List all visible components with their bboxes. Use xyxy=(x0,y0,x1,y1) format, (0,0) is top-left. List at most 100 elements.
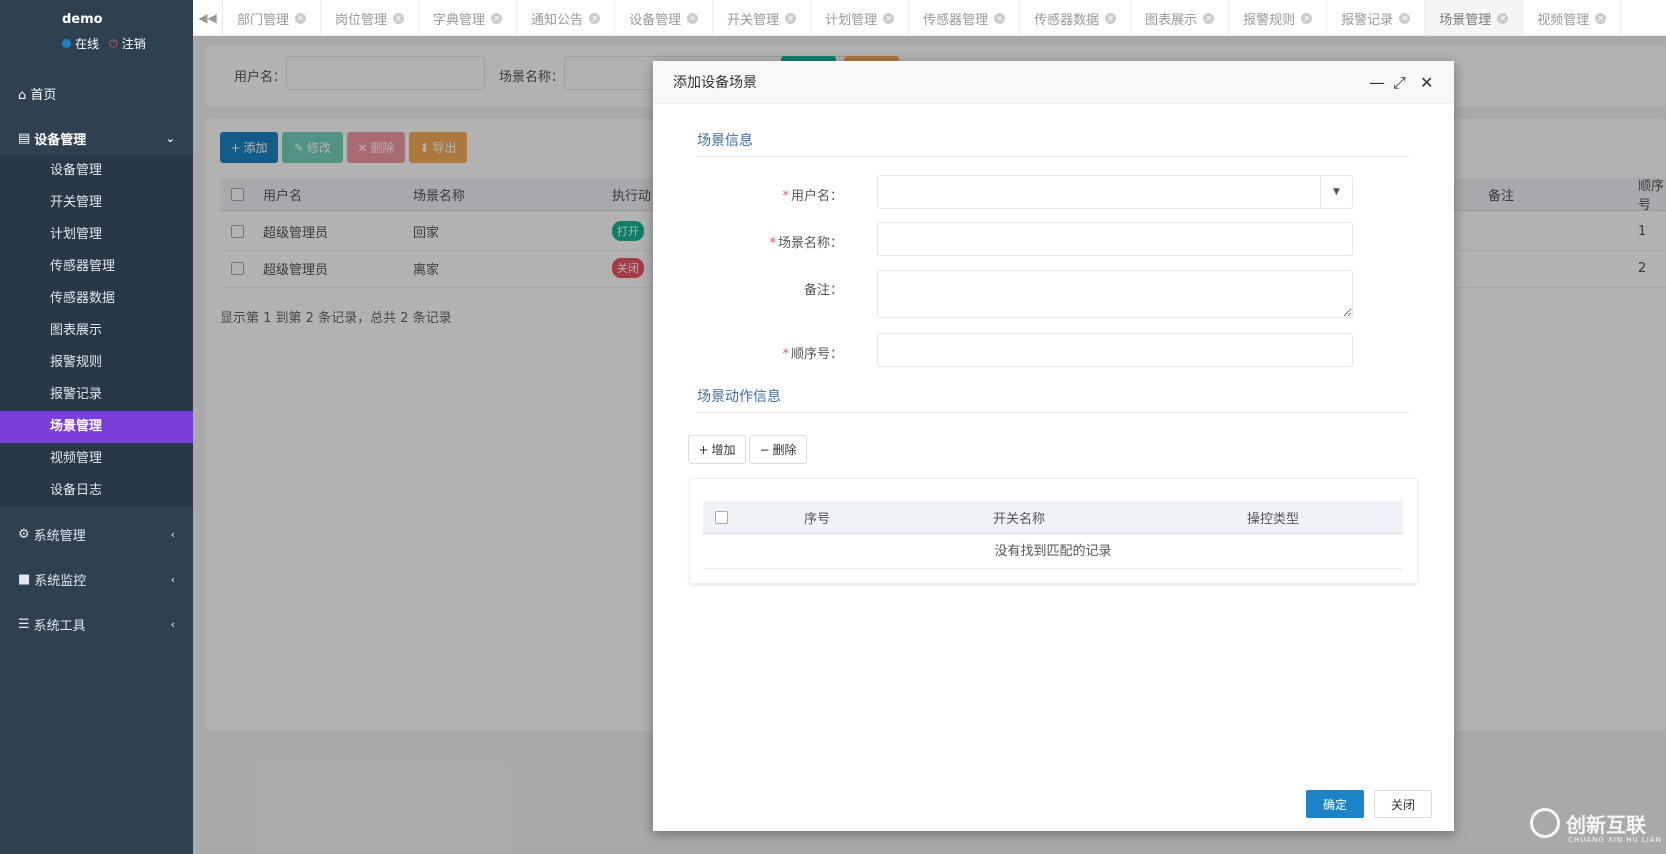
tab-close-icon[interactable]: ✕ xyxy=(393,12,405,24)
label-order-text: 顺序号： xyxy=(790,347,843,362)
tab-label: 视频管理 xyxy=(1537,12,1590,28)
dialog-title: 添加设备场景 xyxy=(673,75,757,91)
nav-home-label: 首页 xyxy=(30,88,57,103)
online-status: 在线 xyxy=(62,35,99,52)
sidebar-item[interactable]: 传感器数据 xyxy=(0,283,193,315)
close-icon[interactable]: ✕ xyxy=(1420,73,1433,92)
watermark-text: 创新互联 xyxy=(1566,812,1646,837)
tab-label: 报警记录 xyxy=(1341,12,1394,28)
scene-name-input[interactable] xyxy=(877,222,1353,256)
tab-close-icon[interactable]: ✕ xyxy=(589,12,601,24)
required-mark: * xyxy=(769,236,776,251)
label-scene-name: * 场景名称： xyxy=(653,232,843,251)
delete-row-button[interactable]: − 删除 xyxy=(749,435,807,464)
tab-label: 计划管理 xyxy=(825,12,878,28)
sidebar-item[interactable]: 计划管理 xyxy=(0,219,193,251)
user-status: 在线 ⏻ 注销 xyxy=(62,35,146,52)
maximize-icon[interactable]: ⤢ xyxy=(1393,73,1406,93)
tab-item[interactable]: 传感器管理 ✕ xyxy=(909,0,1021,35)
section-action-info: 场景动作信息 xyxy=(697,386,1409,413)
gear-icon: ⚙ xyxy=(18,526,30,542)
minus-icon: − xyxy=(759,442,770,457)
tab-close-icon[interactable]: ✕ xyxy=(785,12,797,24)
dialog-header: 添加设备场景 xyxy=(653,61,1454,104)
username: demo xyxy=(62,12,103,27)
tab-scroll-left-button[interactable]: ◀◀ xyxy=(193,0,223,35)
sidebar-item[interactable]: 传感器管理 xyxy=(0,251,193,283)
username-select[interactable]: ▼ xyxy=(877,175,1353,209)
tab-close-icon[interactable]: ✕ xyxy=(1497,12,1509,24)
order-input[interactable] xyxy=(877,333,1353,367)
tab-close-icon[interactable]: ✕ xyxy=(1399,12,1411,24)
tab-label: 场景管理 xyxy=(1439,12,1492,28)
tab-close-icon[interactable]: ✕ xyxy=(295,12,307,24)
action-select-all-checkbox[interactable] xyxy=(715,501,728,533)
tab-item[interactable]: 计划管理 ✕ xyxy=(811,0,910,35)
nav-group-tools-label: 系统工具 xyxy=(33,618,86,634)
confirm-button[interactable]: 确定 xyxy=(1306,790,1364,818)
home-icon: ⌂ xyxy=(18,88,27,103)
bars-icon: ☰ xyxy=(18,616,30,632)
sidebar-item[interactable]: 报警记录 xyxy=(0,379,193,411)
tab-label: 设备管理 xyxy=(629,12,682,28)
tab-item[interactable]: 岗位管理 ✕ xyxy=(321,0,420,35)
minimize-icon[interactable]: — xyxy=(1369,73,1385,92)
tab-item[interactable]: 报警规则 ✕ xyxy=(1229,0,1328,35)
header-switch-name: 开关名称 xyxy=(993,511,1046,527)
chevron-left-icon: ‹ xyxy=(170,617,175,631)
tab-item[interactable]: 字典管理 ✕ xyxy=(419,0,518,35)
sidebar-item[interactable]: 图表展示 xyxy=(0,315,193,347)
nav-group-device[interactable]: ▤ 设备管理 ⌄ xyxy=(0,122,193,154)
add-scene-dialog: 添加设备场景 — ⤢ ✕ 场景信息 * 用户名： ▼ * 场景名称： 备注： * 顺序… xyxy=(653,61,1454,831)
tab-close-icon[interactable]: ✕ xyxy=(1203,12,1215,24)
nav-group-monitor[interactable]: ■ 系统监控 ‹ xyxy=(0,564,193,594)
delete-row-label: 删除 xyxy=(772,443,797,457)
header-seq: 序号 xyxy=(804,511,831,527)
sidebar-item[interactable]: 设备管理 xyxy=(0,155,193,187)
tab-label: 图表展示 xyxy=(1145,12,1198,28)
database-icon: ▤ xyxy=(18,130,31,146)
label-order: * 顺序号： xyxy=(653,343,843,362)
tab-close-icon[interactable]: ✕ xyxy=(1595,12,1607,24)
tab-label: 字典管理 xyxy=(433,12,486,28)
sidebar-item[interactable]: 开关管理 xyxy=(0,187,193,219)
tab-list: 部门管理 ✕ 岗位管理 ✕ 字典管理 ✕ 通知公告 ✕ 设备管理 ✕ 开关管理 ✕ 计划管理 ✕ 传感器管理… xyxy=(223,0,1622,35)
logout-link[interactable]: ⏻ 注销 xyxy=(109,35,146,52)
tab-item[interactable]: 设备管理 ✕ xyxy=(615,0,714,35)
tab-close-icon[interactable]: ✕ xyxy=(1301,12,1313,24)
close-button[interactable]: 关闭 xyxy=(1374,790,1432,818)
tab-close-icon[interactable]: ✕ xyxy=(1105,12,1117,24)
tab-item[interactable]: 通知公告 ✕ xyxy=(517,0,616,35)
chevron-left-icon: ‹ xyxy=(170,572,175,586)
tab-close-icon[interactable]: ✕ xyxy=(687,12,699,24)
tab-item[interactable]: 报警记录 ✕ xyxy=(1327,0,1426,35)
nav-group-tools[interactable]: ☰ 系统工具 ‹ xyxy=(0,609,193,639)
tab-item[interactable]: 视频管理 ✕ xyxy=(1523,0,1622,35)
tab-item[interactable]: 部门管理 ✕ xyxy=(223,0,322,35)
nav-group-system-label: 系统管理 xyxy=(33,528,86,544)
add-row-label: 增加 xyxy=(711,443,736,457)
nav-group-monitor-label: 系统监控 xyxy=(34,573,87,589)
tab-item[interactable]: 传感器数据 ✕ xyxy=(1020,0,1132,35)
label-username: * 用户名： xyxy=(653,185,843,204)
tab-item[interactable]: 场景管理 ✕ xyxy=(1425,0,1524,35)
tab-item[interactable]: 开关管理 ✕ xyxy=(713,0,812,35)
chevron-left-icon: ‹ xyxy=(170,527,175,541)
plus-icon: + xyxy=(698,442,709,457)
tab-close-icon[interactable]: ✕ xyxy=(491,12,503,24)
sidebar-item[interactable]: 报警规则 xyxy=(0,347,193,379)
tab-item[interactable]: 图表展示 ✕ xyxy=(1131,0,1230,35)
tab-close-icon[interactable]: ✕ xyxy=(883,12,895,24)
nav-group-system[interactable]: ⚙ 系统管理 ‹ xyxy=(0,519,193,549)
sidebar-item[interactable]: 场景管理 xyxy=(0,411,193,443)
nav-home[interactable]: ⌂ 首页 xyxy=(18,84,56,103)
tab-close-icon[interactable]: ✕ xyxy=(994,12,1006,24)
chevron-down-icon: ⌄ xyxy=(165,131,175,145)
add-row-button[interactable]: + 增加 xyxy=(688,435,746,464)
sidebar-item[interactable]: 设备日志 xyxy=(0,475,193,507)
tab-bar: ◀◀ 部门管理 ✕ 岗位管理 ✕ 字典管理 ✕ 通知公告 ✕ 设备管理 ✕ 开关管理 ✕ 计划管理 ✕ 传感… xyxy=(193,0,1666,36)
sidebar-item[interactable]: 视频管理 xyxy=(0,443,193,475)
device-submenu: 设备管理 开关管理 计划管理 传感器管理 传感器数据 图表展示 报警规则 报警记录 场景管理 视频… xyxy=(0,155,193,507)
remark-textarea[interactable] xyxy=(877,270,1353,318)
caret-down-icon[interactable]: ▼ xyxy=(1320,176,1352,208)
